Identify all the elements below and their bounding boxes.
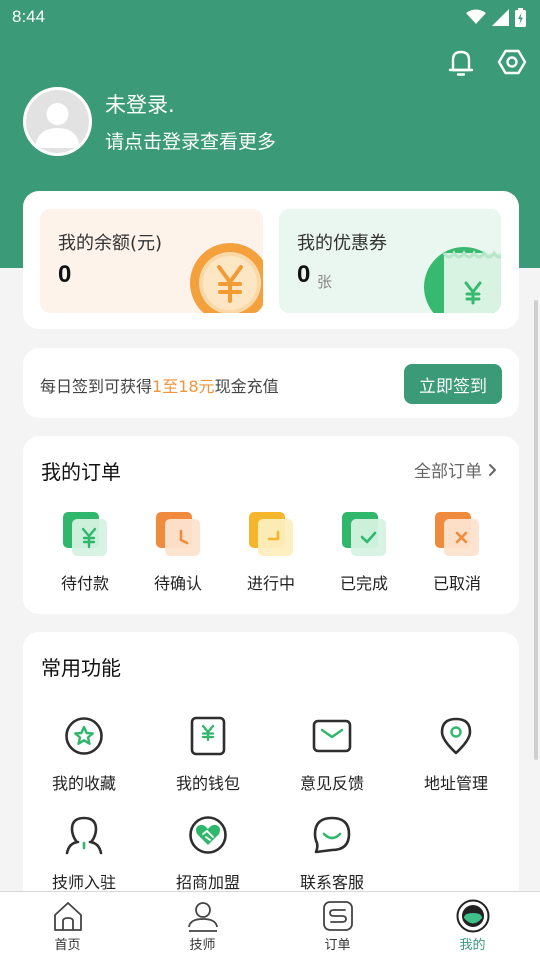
func-address[interactable]: 地址管理 [406,716,506,794]
yen-coin-icon [190,243,263,313]
signin-text: 每日签到可获得1至18元现金充值 [40,373,279,397]
balance-label: 我的余额(元) [58,233,163,254]
coupon-unit: 张 [317,273,333,291]
signin-text-suffix: 现金充值 [214,377,279,396]
tab-profile[interactable]: 我的 [405,892,540,960]
common-functions-card: 常用功能 我的收藏 我的钱包 意见反馈 地址管理 技师入驻 招商加盟 联系客服 [23,632,519,902]
func-wallet[interactable]: 我的钱包 [158,716,258,794]
in-progress-icon [249,512,293,556]
signal-icon [492,8,509,26]
order-label: 已取消 [432,574,481,593]
login-hint[interactable]: 请点击登录查看更多 [105,127,276,154]
order-label: 已完成 [339,574,388,593]
order-label: 进行中 [246,574,295,593]
order-icon [322,901,353,931]
func-customer-service[interactable]: 联系客服 [282,815,382,893]
bell-icon[interactable] [445,46,477,78]
handshake-icon [189,816,227,854]
func-label: 我的钱包 [175,774,240,793]
func-technician-join[interactable]: 技师入驻 [34,815,134,893]
bottom-tab-bar: 首页 技师 订单 我的 [0,891,540,960]
tab-label: 我的 [459,938,486,953]
func-label: 技师入驻 [51,873,116,892]
func-label: 我的收藏 [51,774,116,793]
order-label: 待付款 [60,574,109,593]
all-orders-label: 全部订单 [414,462,482,482]
wallet-icon [190,716,226,756]
func-feedback[interactable]: 意见反馈 [282,716,382,794]
balance-value: 0 [58,261,72,288]
order-in-progress[interactable]: 进行中 [235,510,307,594]
wallet-card: 我的余额(元) 0 我的优惠券 0 张 [23,191,519,329]
balance-box[interactable]: 我的余额(元) 0 [40,209,263,313]
scrollbar[interactable] [534,300,538,760]
daily-signin-card: 每日签到可获得1至18元现金充值 立即签到 [23,348,519,418]
func-favorites[interactable]: 我的收藏 [34,716,134,794]
technician-join-icon [65,816,103,855]
status-time: 8:44 [12,7,46,26]
coupon-label: 我的优惠券 [297,233,387,254]
status-bar: 8:44 [0,0,540,34]
location-pin-icon [440,717,472,755]
default-avatar-icon [35,103,80,148]
favorite-star-icon [65,717,103,755]
signin-reward: 1至18元 [152,377,215,396]
func-label: 招商加盟 [175,873,240,892]
tab-home[interactable]: 首页 [0,892,135,960]
order-pending-payment[interactable]: 待付款 [49,510,121,594]
chevron-right-icon [489,463,496,476]
func-label: 联系客服 [299,873,364,892]
wifi-icon [466,9,486,24]
func-label: 意见反馈 [299,774,364,793]
avatar[interactable] [23,87,92,156]
all-orders-link[interactable]: 全部订单 [414,457,497,482]
order-cancelled[interactable]: 已取消 [421,510,493,594]
completed-icon [342,512,386,556]
feedback-mail-icon [312,719,352,753]
status-icons [466,7,526,27]
tab-label: 首页 [54,938,81,953]
orders-title: 我的订单 [41,460,121,484]
coupon-value: 0 [297,261,311,288]
tab-label: 技师 [189,938,216,953]
signin-text-prefix: 每日签到可获得 [40,377,153,396]
order-label: 待确认 [153,574,202,593]
cancelled-icon [435,512,479,556]
coupon-ticket-icon [424,247,501,313]
func-label: 地址管理 [423,774,488,793]
tab-label: 订单 [324,938,351,953]
pending-confirm-icon [156,512,200,556]
order-pending-confirm[interactable]: 待确认 [142,510,214,594]
customer-service-icon [313,816,351,854]
technician-icon [187,902,218,932]
functions-title: 常用功能 [41,656,121,680]
orders-card: 我的订单 全部订单 待付款 待确认 进行中 已完成 已取消 [23,436,519,614]
home-icon [53,902,82,931]
pending-payment-icon [63,512,107,556]
user-name[interactable]: 未登录. [105,89,175,119]
coupon-box[interactable]: 我的优惠券 0 张 [279,209,501,313]
func-franchise[interactable]: 招商加盟 [158,815,258,893]
tab-technician[interactable]: 技师 [135,892,270,960]
tab-orders[interactable]: 订单 [270,892,405,960]
order-completed[interactable]: 已完成 [328,510,400,594]
signin-button[interactable]: 立即签到 [404,364,502,404]
profile-icon [456,899,489,933]
hexagon-settings-icon[interactable] [496,46,528,78]
battery-icon [515,7,526,27]
